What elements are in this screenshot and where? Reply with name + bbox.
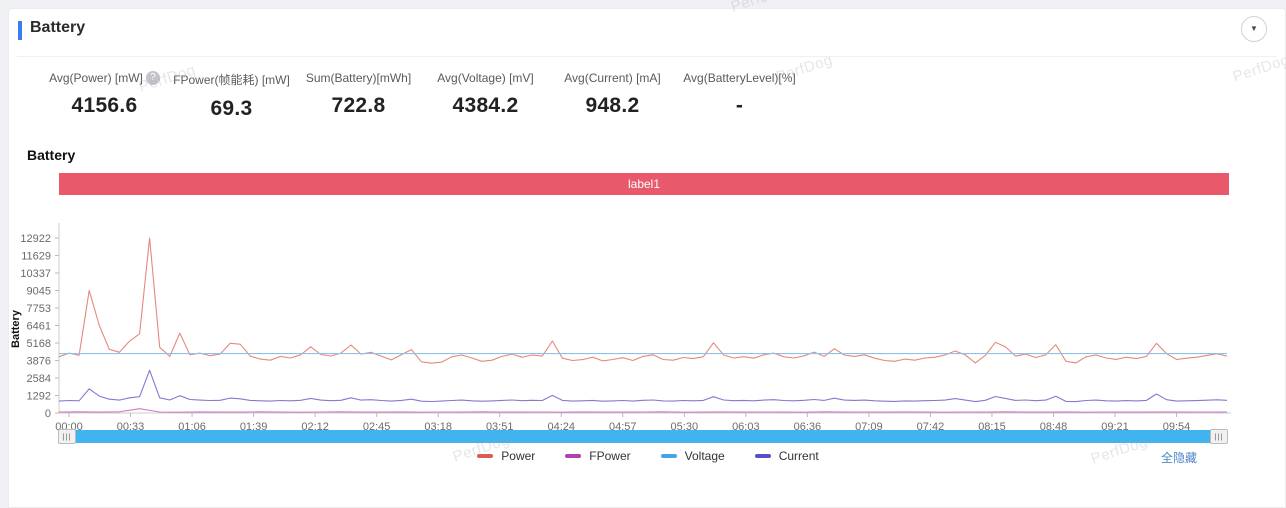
- power-line: [58, 237, 1228, 364]
- stat-label: Avg(Power) [mW]: [49, 71, 143, 85]
- scrollbar-handle-right[interactable]: [1210, 429, 1228, 444]
- stat-value: 948.2: [585, 94, 640, 117]
- grip-icon: [63, 433, 71, 440]
- stat-avg-voltage: Avg(Voltage) [mV] 4384.2: [422, 71, 549, 121]
- y-tick-label: 9045: [27, 286, 51, 298]
- chart-title: Battery: [27, 147, 76, 163]
- legend-marker-icon: [477, 454, 494, 458]
- stats-row: Avg(Power) [mW] ? 4156.6 FPower(帧能耗) [mW…: [41, 71, 803, 121]
- header-divider: [17, 56, 1277, 57]
- legend-marker-icon: [565, 454, 582, 458]
- scrollbar-handle-left[interactable]: [58, 429, 76, 444]
- legend-label: FPower: [589, 449, 631, 463]
- stat-label: Sum(Battery)[mWh]: [305, 71, 412, 85]
- stat-value: 4384.2: [452, 94, 519, 117]
- stat-avg-power: Avg(Power) [mW] ? 4156.6: [41, 71, 168, 121]
- stat-value: 69.3: [210, 97, 253, 120]
- legend-item-power[interactable]: Power: [477, 449, 535, 463]
- legend-item-voltage[interactable]: Voltage: [660, 449, 725, 463]
- y-tick-label: 1292: [27, 391, 51, 403]
- y-tick-label: 7753: [27, 303, 51, 315]
- battery-chart[interactable]: 12922 11629 10337 9045 7753 6461 5168 3876 2584 1…: [9, 199, 1286, 431]
- hide-all-link[interactable]: 全隐藏: [1161, 449, 1197, 466]
- stat-label: Avg(Current) [mA]: [564, 71, 661, 85]
- stat-avg-batterylevel: Avg(BatteryLevel)[%] -: [676, 71, 803, 121]
- stat-label: FPower(帧能耗) [mW]: [173, 73, 290, 87]
- chart-legend: Power FPower Voltage Current: [9, 449, 1286, 463]
- stat-label-row: Avg(Power) [mW] ?: [41, 71, 168, 85]
- y-tick-label: 6461: [27, 321, 51, 333]
- accent-bar: [18, 21, 22, 40]
- current-line: [58, 369, 1228, 403]
- legend-label: Voltage: [684, 449, 725, 463]
- label1-banner: label1: [59, 173, 1229, 195]
- help-icon[interactable]: ?: [145, 71, 160, 85]
- stat-sum-battery: Sum(Battery)[mWh] 722.8: [295, 71, 422, 121]
- fpower-line: [58, 408, 1228, 413]
- range-scrollbar[interactable]: [58, 429, 1228, 444]
- y-tick-label: 2584: [27, 373, 51, 385]
- chevron-down-icon: ▼: [1250, 24, 1258, 33]
- y-tick-label: 10337: [20, 268, 51, 280]
- stat-label: Avg(Voltage) [mV]: [437, 71, 534, 85]
- legend-item-current[interactable]: Current: [754, 449, 819, 463]
- y-tick-label: 5168: [27, 338, 51, 350]
- legend-marker-icon: [660, 454, 677, 458]
- stat-value: 722.8: [331, 94, 386, 117]
- stat-label: Avg(BatteryLevel)[%]: [683, 71, 796, 85]
- stat-avg-current: Avg(Current) [mA] 948.2: [549, 71, 676, 121]
- y-tick-label: 12922: [20, 233, 51, 245]
- stat-fpower: FPower(帧能耗) [mW] 69.3: [168, 71, 295, 121]
- panel-header: Battery ▼: [9, 9, 1285, 56]
- y-tick-label: 11629: [21, 251, 51, 263]
- legend-marker-icon: [754, 454, 771, 458]
- stat-value: -: [735, 94, 744, 117]
- grip-icon: [1215, 433, 1223, 440]
- legend-item-fpower[interactable]: FPower: [565, 449, 631, 463]
- y-tick-label: 0: [45, 408, 51, 420]
- legend-label: Power: [501, 449, 536, 463]
- battery-panel: Battery ▼ Avg(Power) [mW] ? 4156.6 FPowe…: [8, 8, 1286, 508]
- panel-title: Battery: [30, 19, 86, 36]
- stat-value: 4156.6: [71, 94, 138, 117]
- legend-label: Current: [778, 449, 819, 463]
- collapse-button[interactable]: ▼: [1241, 16, 1267, 42]
- y-tick-label: 3876: [27, 356, 51, 368]
